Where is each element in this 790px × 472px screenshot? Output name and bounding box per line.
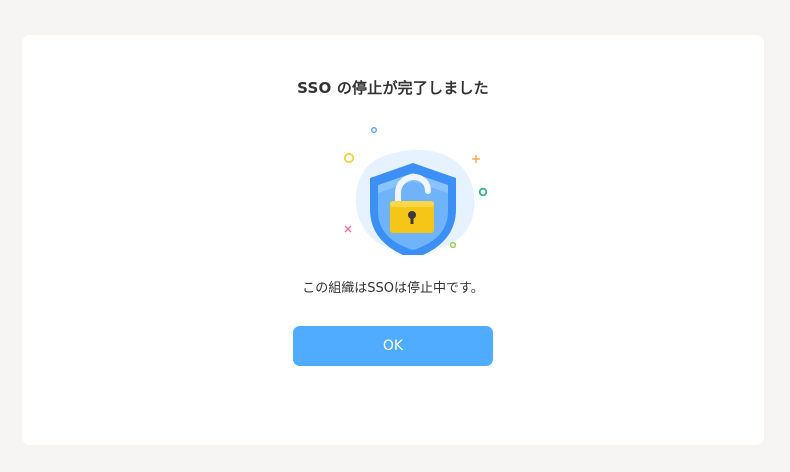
sparkle-ring-green — [478, 187, 488, 197]
sparkle-ring-yellow — [343, 152, 355, 164]
dialog-title: SSO の停止が完了しました — [297, 79, 489, 97]
sparkle-dot — [371, 126, 378, 133]
sparkle-plus — [472, 155, 480, 163]
sparkle-cross — [344, 225, 352, 233]
shield-unlocked-padlock-icon — [320, 123, 498, 259]
sparkle-dot-green — [449, 241, 457, 249]
dialog-card: SSO の停止が完了しました この組織はSSOは停止中です。 OK — [22, 35, 764, 445]
ok-button[interactable]: OK — [293, 326, 493, 366]
dialog-message: この組織はSSOは停止中です。 — [302, 281, 484, 296]
